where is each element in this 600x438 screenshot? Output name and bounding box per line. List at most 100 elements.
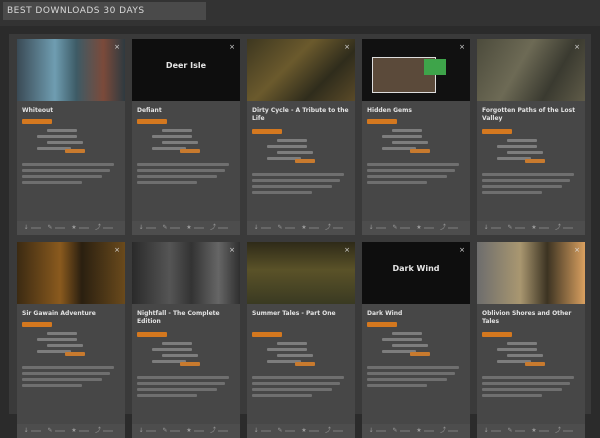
star-icon[interactable]: ★ <box>71 428 77 434</box>
category-badge[interactable] <box>22 322 52 327</box>
card-thumbnail[interactable]: × <box>17 39 125 101</box>
category-badge[interactable] <box>252 332 282 337</box>
download-icon[interactable]: ↓ <box>253 428 259 434</box>
card-title[interactable]: Sir Gawain Adventure <box>22 310 120 318</box>
card-thumbnail[interactable]: Dark Wind × <box>362 242 470 304</box>
star-icon[interactable]: ★ <box>531 428 537 434</box>
card-title[interactable]: Oblivion Shores and Other Tales <box>482 310 580 326</box>
card-footer: ↓ ✎ ★ ⤴ <box>17 424 125 438</box>
card-thumbnail[interactable]: × <box>362 39 470 101</box>
comment-icon[interactable]: ✎ <box>277 225 283 231</box>
description-line <box>367 163 459 166</box>
share-icon[interactable]: ⤴ <box>210 225 216 231</box>
download-icon[interactable]: ↓ <box>483 428 489 434</box>
video-card[interactable]: × Dirty Cycle - A Tribute to the Life ↓ ✎ ★ ⤴ <box>247 39 355 235</box>
video-card[interactable]: Deer Isle × Defiant ↓ ✎ ★ ⤴ <box>132 39 240 235</box>
share-icon[interactable]: ⤴ <box>95 428 101 434</box>
comment-icon[interactable]: ✎ <box>162 225 168 231</box>
category-badge[interactable] <box>137 332 167 337</box>
download-icon[interactable]: ↓ <box>23 225 29 231</box>
description-line <box>22 163 114 166</box>
download-icon[interactable]: ↓ <box>23 428 29 434</box>
share-icon[interactable]: ⤴ <box>325 428 331 434</box>
video-card[interactable]: × Summer Tales - Part One ↓ ✎ ★ ⤴ <box>247 242 355 438</box>
download-icon[interactable]: ↓ <box>483 225 489 231</box>
comment-icon[interactable]: ✎ <box>392 225 398 231</box>
comment-icon[interactable]: ✎ <box>507 225 513 231</box>
video-card[interactable]: × Oblivion Shores and Other Tales ↓ ✎ ★ ⤴ <box>477 242 585 438</box>
card-title[interactable]: Defiant <box>137 107 235 115</box>
card-title[interactable]: Hidden Gems <box>367 107 465 115</box>
comment-icon[interactable]: ✎ <box>47 428 53 434</box>
card-thumbnail[interactable]: × <box>17 242 125 304</box>
footer-counter <box>31 430 41 432</box>
share-icon[interactable]: ⤴ <box>555 225 561 231</box>
card-thumbnail[interactable]: × <box>477 242 585 304</box>
close-icon[interactable]: × <box>573 43 581 51</box>
card-title[interactable]: Dark Wind <box>367 310 465 318</box>
card-thumbnail[interactable]: × <box>247 39 355 101</box>
star-icon[interactable]: ★ <box>186 428 192 434</box>
share-icon[interactable]: ⤴ <box>440 225 446 231</box>
share-icon[interactable]: ⤴ <box>325 225 331 231</box>
footer-counter <box>103 227 113 229</box>
close-icon[interactable]: × <box>343 246 351 254</box>
comment-icon[interactable]: ✎ <box>162 428 168 434</box>
category-badge[interactable] <box>482 332 512 337</box>
category-badge[interactable] <box>252 129 282 134</box>
comment-icon[interactable]: ✎ <box>392 428 398 434</box>
card-thumbnail[interactable]: × <box>132 242 240 304</box>
card-title[interactable]: Nightfall - The Complete Edition <box>137 310 235 326</box>
video-card[interactable]: × Forgotten Paths of the Lost Valley ↓ ✎ ★ ⤴ <box>477 39 585 235</box>
comment-icon[interactable]: ✎ <box>277 428 283 434</box>
card-footer: ↓ ✎ ★ ⤴ <box>17 221 125 235</box>
star-icon[interactable]: ★ <box>416 428 422 434</box>
share-icon[interactable]: ⤴ <box>555 428 561 434</box>
video-card[interactable]: × Sir Gawain Adventure ↓ ✎ ★ ⤴ <box>17 242 125 438</box>
footer-counter <box>146 227 156 229</box>
video-card[interactable]: Dark Wind × Dark Wind ↓ ✎ ★ ⤴ <box>362 242 470 438</box>
close-icon[interactable]: × <box>343 43 351 51</box>
download-icon[interactable]: ↓ <box>253 225 259 231</box>
share-icon[interactable]: ⤴ <box>95 225 101 231</box>
download-icon[interactable]: ↓ <box>138 428 144 434</box>
close-icon[interactable]: × <box>573 246 581 254</box>
close-icon[interactable]: × <box>228 246 236 254</box>
close-icon[interactable]: × <box>113 246 121 254</box>
star-icon[interactable]: ★ <box>186 225 192 231</box>
close-icon[interactable]: × <box>458 246 466 254</box>
footer-counter <box>170 227 180 229</box>
video-card[interactable]: × Nightfall - The Complete Edition ↓ ✎ ★ ⤴ <box>132 242 240 438</box>
download-icon[interactable]: ↓ <box>368 225 374 231</box>
category-badge[interactable] <box>137 119 167 124</box>
comment-icon[interactable]: ✎ <box>47 225 53 231</box>
rating-indicator <box>180 362 200 366</box>
card-thumbnail[interactable]: × <box>247 242 355 304</box>
close-icon[interactable]: × <box>113 43 121 51</box>
card-thumbnail[interactable]: Deer Isle × <box>132 39 240 101</box>
card-thumbnail[interactable]: × <box>477 39 585 101</box>
description-line <box>367 378 447 381</box>
card-title[interactable]: Whiteout <box>22 107 120 115</box>
download-icon[interactable]: ↓ <box>138 225 144 231</box>
share-icon[interactable]: ⤴ <box>440 428 446 434</box>
close-icon[interactable]: × <box>458 43 466 51</box>
category-badge[interactable] <box>22 119 52 124</box>
category-badge[interactable] <box>367 119 397 124</box>
star-icon[interactable]: ★ <box>301 225 307 231</box>
card-title[interactable]: Summer Tales - Part One <box>252 310 350 318</box>
star-icon[interactable]: ★ <box>531 225 537 231</box>
card-title[interactable]: Forgotten Paths of the Lost Valley <box>482 107 580 123</box>
category-badge[interactable] <box>367 322 397 327</box>
star-icon[interactable]: ★ <box>416 225 422 231</box>
download-icon[interactable]: ↓ <box>368 428 374 434</box>
video-card[interactable]: × Whiteout ↓ ✎ ★ ⤴ <box>17 39 125 235</box>
star-icon[interactable]: ★ <box>71 225 77 231</box>
video-card[interactable]: × Hidden Gems ↓ ✎ ★ ⤴ <box>362 39 470 235</box>
comment-icon[interactable]: ✎ <box>507 428 513 434</box>
card-title[interactable]: Dirty Cycle - A Tribute to the Life <box>252 107 350 123</box>
category-badge[interactable] <box>482 129 512 134</box>
star-icon[interactable]: ★ <box>301 428 307 434</box>
share-icon[interactable]: ⤴ <box>210 428 216 434</box>
close-icon[interactable]: × <box>228 43 236 51</box>
